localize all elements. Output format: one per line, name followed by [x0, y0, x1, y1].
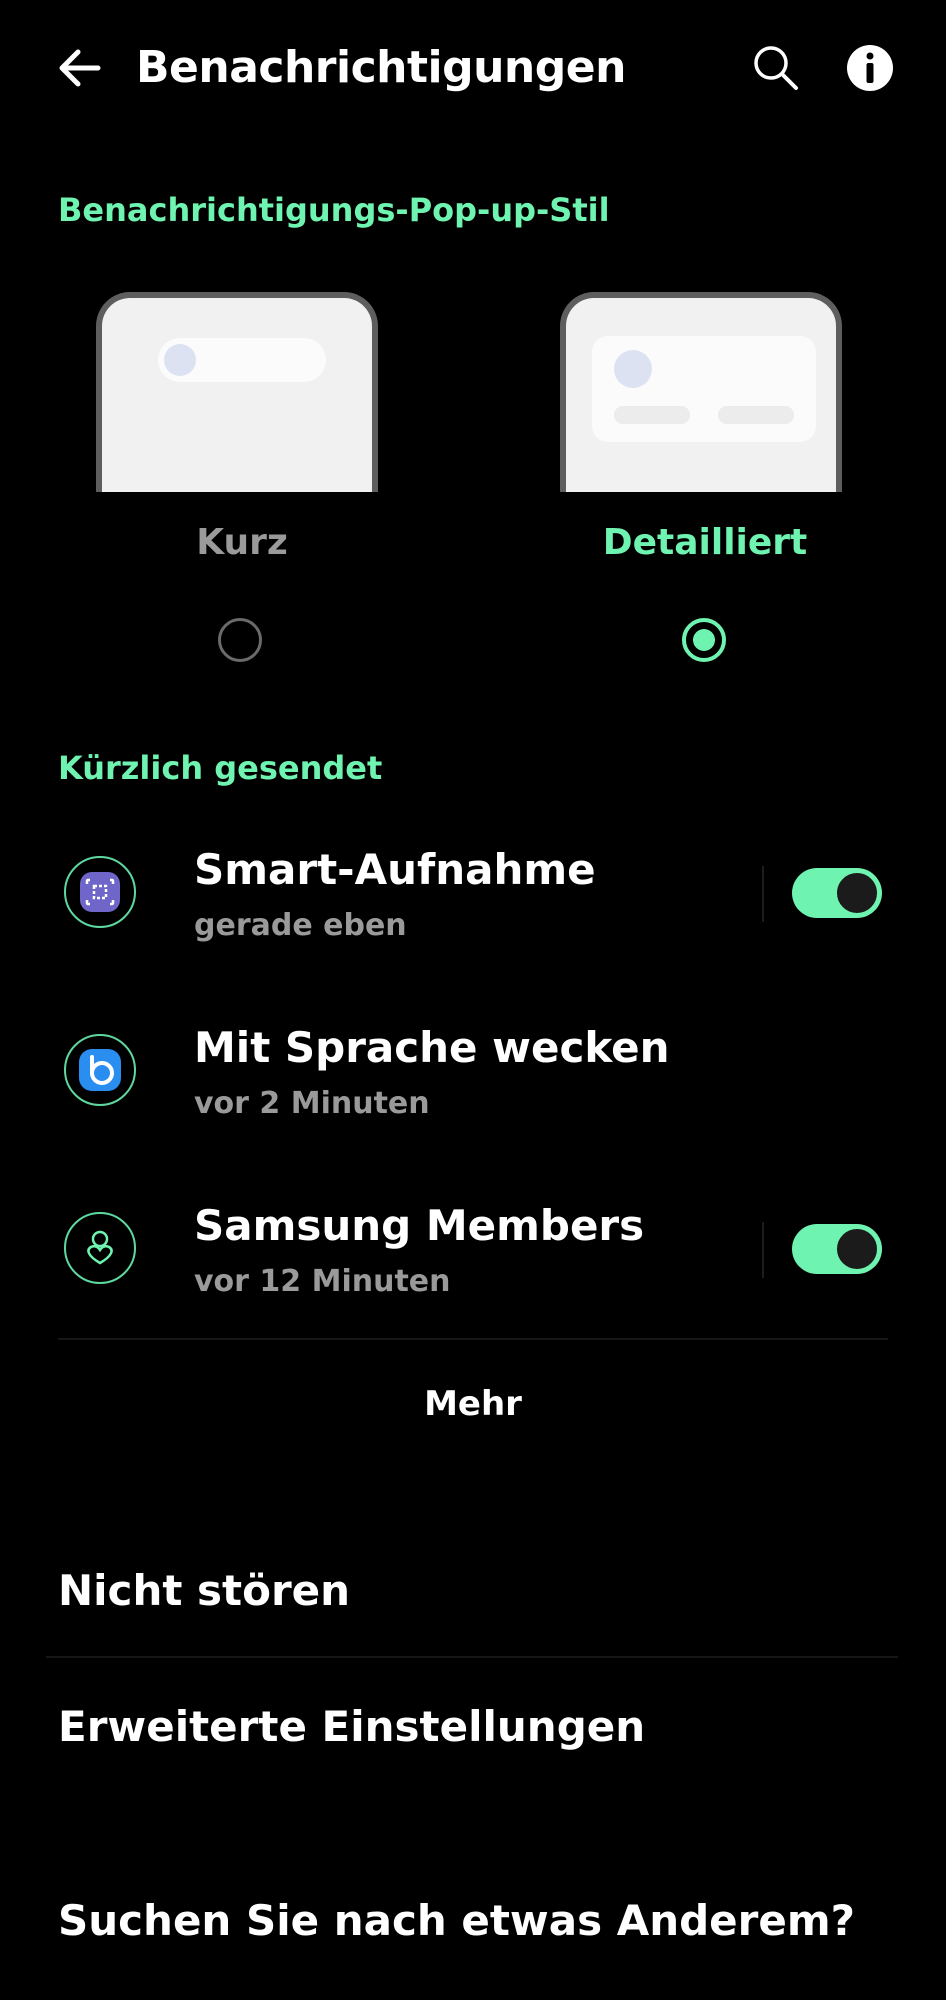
row-divider: [762, 866, 764, 922]
info-button[interactable]: [844, 42, 896, 94]
looking-for-something-else-heading: Suchen Sie nach etwas Anderem?: [58, 1896, 855, 1945]
preview-avatar-dot: [164, 344, 196, 376]
popup-style-option-detailed[interactable]: [560, 292, 842, 492]
option-label-detailed[interactable]: Detailliert: [555, 518, 855, 568]
info-icon: [847, 45, 893, 91]
recent-section-label: Kürzlich gesendet: [58, 749, 383, 787]
preview-text-bar: [718, 406, 794, 424]
radio-short[interactable]: [218, 618, 262, 662]
app-time: vor 2 Minuten: [194, 1086, 430, 1121]
detailed-preview-image[interactable]: [560, 292, 842, 492]
arrow-left-icon: [59, 49, 101, 87]
detailed-preview-card: [592, 336, 816, 442]
app-time: vor 12 Minuten: [194, 1264, 451, 1299]
toggle-knob: [835, 1227, 879, 1271]
list-divider: [46, 1656, 898, 1658]
search-button[interactable]: [750, 42, 802, 94]
app-name: Smart-Aufnahme: [194, 845, 596, 894]
row-divider: [762, 1222, 764, 1278]
smart-capture-icon: [64, 856, 136, 928]
short-preview-image[interactable]: [96, 292, 378, 492]
toggle-knob: [835, 871, 879, 915]
radio-detailed[interactable]: [682, 618, 726, 662]
bixby-icon: [64, 1034, 136, 1106]
preview-text-bar: [614, 406, 690, 424]
advanced-settings-item[interactable]: Erweiterte Einstellungen: [58, 1698, 645, 1756]
more-button[interactable]: Mehr: [0, 1380, 946, 1428]
popup-style-section-label: Benachrichtigungs-Pop-up-Stil: [58, 191, 610, 229]
smart-capture-toggle[interactable]: [792, 868, 882, 918]
samsung-members-icon: [64, 1212, 136, 1284]
search-icon: [754, 46, 798, 90]
section-divider: [58, 1338, 888, 1340]
option-label-short[interactable]: Kurz: [92, 518, 392, 568]
back-button[interactable]: [52, 40, 108, 96]
samsung-members-toggle[interactable]: [792, 1224, 882, 1274]
app-name: Samsung Members: [194, 1201, 645, 1250]
preview-avatar-dot: [614, 350, 652, 388]
page-title: Benachrichtigungen: [136, 42, 626, 93]
short-preview-banner: [158, 338, 326, 382]
app-name: Mit Sprache wecken: [194, 1023, 670, 1072]
popup-style-option-short[interactable]: [96, 292, 378, 492]
app-time: gerade eben: [194, 908, 407, 943]
do-not-disturb-item[interactable]: Nicht stören: [58, 1562, 350, 1620]
